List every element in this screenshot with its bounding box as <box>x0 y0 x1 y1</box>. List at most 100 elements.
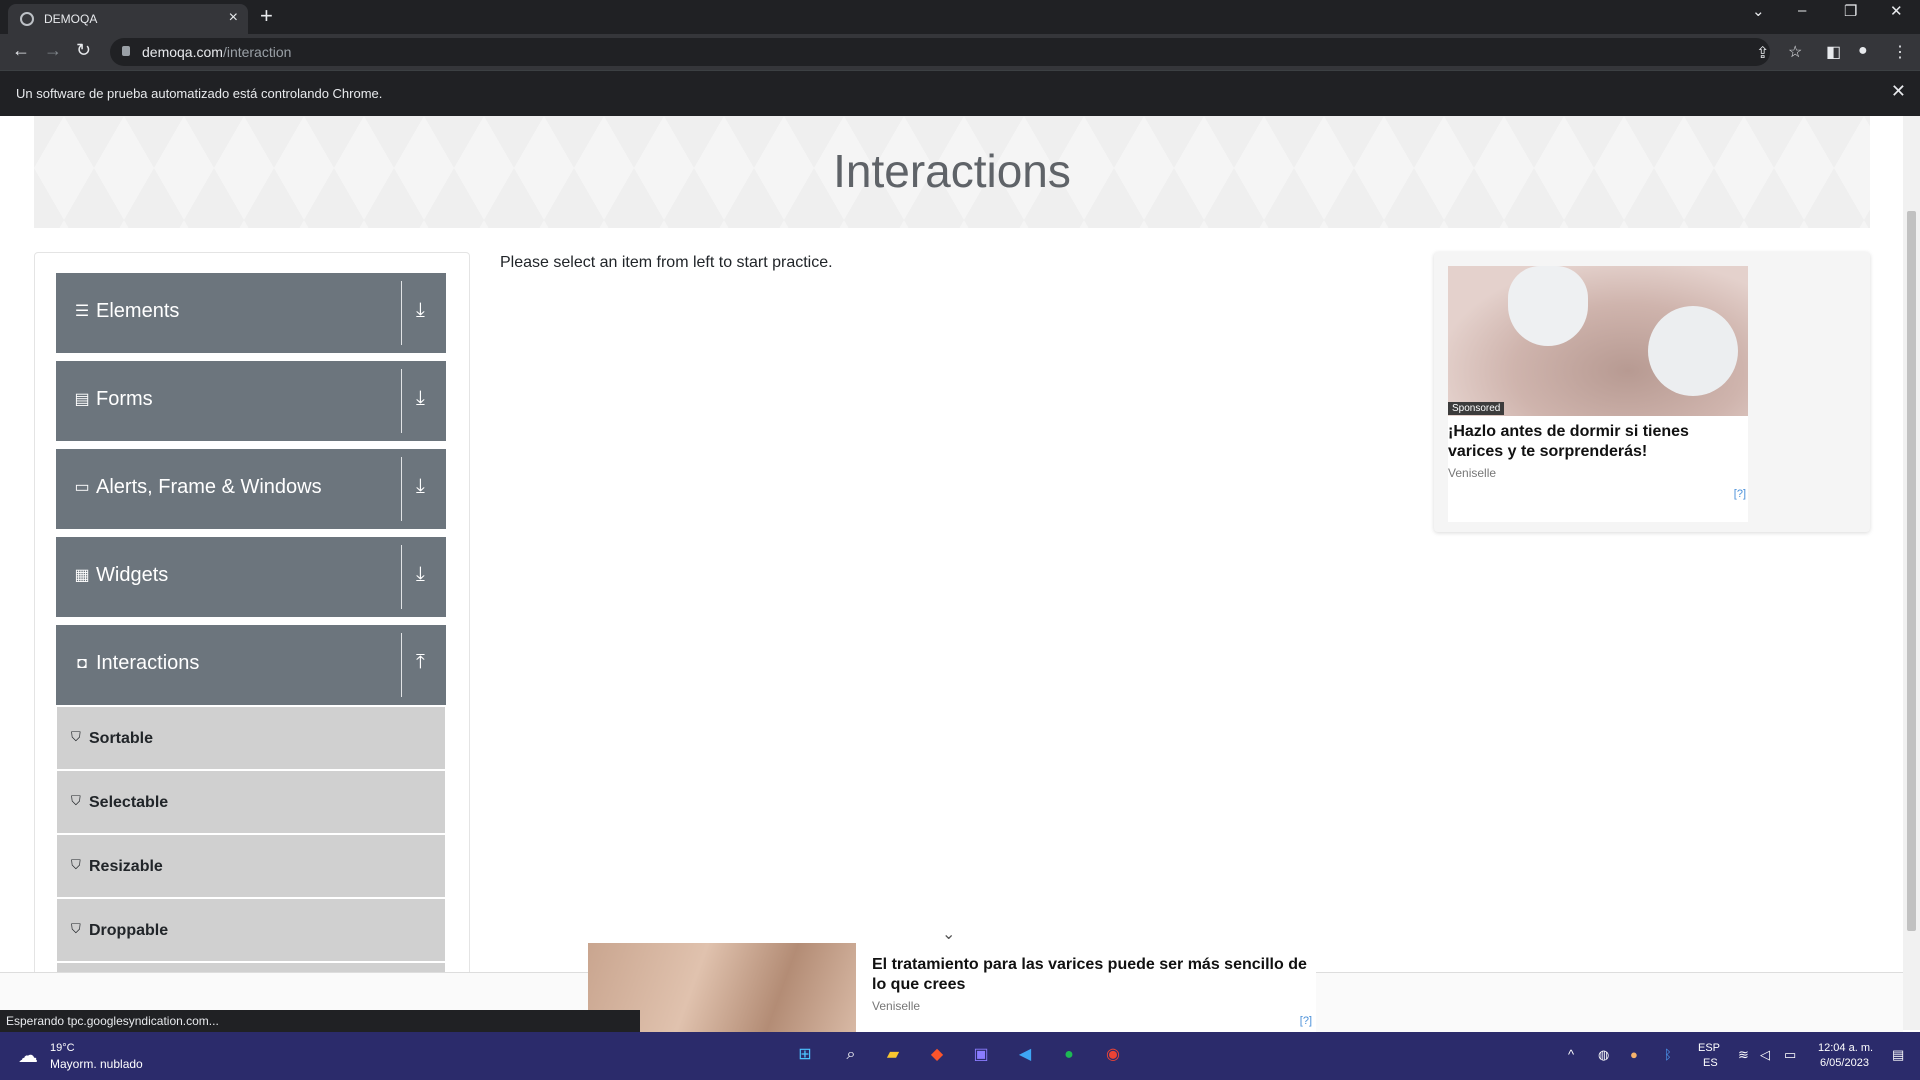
restore-icon[interactable]: ❐ <box>1844 2 1857 20</box>
reload-icon[interactable]: ↻ <box>76 40 91 61</box>
notifications-icon[interactable]: ▤ <box>1892 1047 1904 1063</box>
infobar-message: Un software de prueba automatizado está … <box>16 86 383 101</box>
sidebar-item-label: Selectable <box>89 794 169 811</box>
grid-icon: ▦ <box>74 567 90 584</box>
sidebar-item-label: Resizable <box>89 858 163 875</box>
clock-time[interactable]: 12:04 a. m. <box>1818 1042 1873 1054</box>
tray-app-icon[interactable]: ● <box>1630 1047 1638 1062</box>
browser-tab[interactable]: DEMOQA × <box>8 4 248 34</box>
tray-chevron-icon[interactable]: ^ <box>1568 1047 1574 1062</box>
sidebar-group-forms[interactable]: ▤ Forms ⤓ <box>56 361 446 441</box>
ad-image[interactable]: Sponsored <box>1448 266 1748 416</box>
divider <box>401 545 402 609</box>
item-icon: ⛉ <box>71 921 81 936</box>
vscode-icon[interactable]: ◀ <box>1012 1042 1038 1068</box>
expand-arrow-icon[interactable]: ⤓ <box>416 475 425 498</box>
menu-kebab-icon[interactable]: ⋮ <box>1892 42 1908 62</box>
file-explorer-icon[interactable]: ▰ <box>880 1042 906 1068</box>
tab-search-chevron-icon[interactable]: ⌄ <box>1752 2 1765 20</box>
expand-arrow-icon[interactable]: ⤓ <box>416 563 425 586</box>
windows-taskbar: ☁ 19°C Mayorm. nublado ⊞ ⌕ ▰ ◆ ▣ ◀ ● ◉ ^… <box>0 1032 1920 1080</box>
bottom-ad-headline[interactable]: El tratamiento para las varices puede se… <box>872 955 1312 995</box>
interaction-icon: ◘ <box>77 655 87 672</box>
window-icon: ▭ <box>74 479 90 496</box>
bottom-ad-card[interactable]: El tratamiento para las varices puede se… <box>588 943 1316 1033</box>
chrome-icon[interactable]: ◉ <box>1100 1042 1126 1068</box>
new-tab-icon[interactable]: + <box>260 4 273 28</box>
ad-card[interactable]: Sponsored ¡Hazlo antes de dormir si tien… <box>1448 266 1748 522</box>
collapse-arrow-icon[interactable]: ⤒ <box>416 651 425 674</box>
sidebar-group-interactions[interactable]: ◘ Interactions ⤒ <box>56 625 446 705</box>
weather-temperature[interactable]: 19°C <box>50 1042 75 1054</box>
sidebar-group-label: Widgets <box>96 564 169 586</box>
spotify-icon[interactable]: ● <box>1056 1042 1082 1068</box>
language-indicator[interactable]: ESP <box>1698 1042 1720 1054</box>
adchoices-icon[interactable]: [?] <box>1300 1015 1312 1027</box>
side-advertisement[interactable]: Sponsored ¡Hazlo antes de dormir si tien… <box>1434 252 1870 532</box>
ad-collapse-chevron-icon[interactable]: ⌄ <box>942 924 955 944</box>
wifi-icon[interactable]: ≋ <box>1738 1047 1749 1063</box>
scrollbar-thumb[interactable] <box>1907 211 1916 931</box>
item-icon: ⛉ <box>71 729 81 744</box>
side-panel-icon[interactable]: ◧ <box>1826 42 1841 62</box>
battery-icon[interactable]: ▭ <box>1784 1047 1796 1063</box>
status-bar: Esperando tpc.googlesyndication.com... <box>0 1010 640 1032</box>
sidebar-group-label: Forms <box>96 388 153 410</box>
url-domain: demoqa.com <box>142 44 223 60</box>
item-icon: ⛉ <box>71 857 81 872</box>
sidebar-group-label: Interactions <box>96 652 200 674</box>
divider <box>401 633 402 697</box>
clock-date[interactable]: 6/05/2023 <box>1820 1057 1869 1069</box>
ad-headline[interactable]: ¡Hazlo antes de dormir si tienes varices… <box>1448 422 1744 462</box>
windows-start-icon[interactable]: ⊞ <box>792 1042 818 1068</box>
expand-arrow-icon[interactable]: ⤓ <box>416 387 425 410</box>
sidebar-group-label: Elements <box>96 300 180 322</box>
bookmark-star-icon[interactable]: ☆ <box>1788 42 1802 62</box>
brave-browser-icon[interactable]: ◆ <box>924 1042 950 1068</box>
expand-arrow-icon[interactable]: ⤓ <box>416 299 425 322</box>
bluetooth-icon[interactable]: ᛒ <box>1664 1047 1672 1062</box>
sidebar-group-elements[interactable]: ☰ Elements ⤓ <box>56 273 446 353</box>
page-content: Interactions ☰ Elements ⤓ ▤ Forms ⤓ ▭ Al… <box>0 116 1903 972</box>
divider <box>401 281 402 345</box>
address-bar[interactable]: demoqa.com/interaction ⇪ ☆ <box>110 38 1802 66</box>
divider <box>401 457 402 521</box>
tab-close-icon[interactable]: × <box>229 9 238 27</box>
adchoices-icon[interactable]: [?] <box>1734 488 1746 500</box>
bottom-ad-brand: Veniselle <box>872 999 921 1013</box>
sidebar-item-selectable[interactable]: ⛉ Selectable <box>57 771 445 833</box>
share-icon[interactable]: ⇪ <box>1756 43 1769 63</box>
divider <box>401 369 402 433</box>
page-banner: Interactions <box>34 116 1870 228</box>
lock-icon <box>122 46 130 56</box>
sidebar-item-resizable[interactable]: ⛉ Resizable <box>57 835 445 897</box>
tab-title: DEMOQA <box>44 12 98 26</box>
back-icon[interactable]: ← <box>12 40 30 61</box>
document-icon: ▤ <box>74 391 90 408</box>
tab-favicon-icon <box>20 12 34 26</box>
sidebar-item-sortable[interactable]: ⛉ Sortable <box>57 707 445 769</box>
sidebar-group-label: Alerts, Frame & Windows <box>96 476 322 498</box>
url-path: /interaction <box>222 44 292 60</box>
weather-cloud-icon[interactable]: ☁ <box>18 1043 38 1068</box>
close-window-icon[interactable]: ✕ <box>1890 2 1903 20</box>
volume-icon[interactable]: ◁ <box>1760 1047 1770 1063</box>
sidebar-item-next[interactable] <box>57 963 445 972</box>
sidebar-item-droppable[interactable]: ⛉ Droppable <box>57 899 445 961</box>
sidebar-group-alerts[interactable]: ▭ Alerts, Frame & Windows ⤓ <box>56 449 446 529</box>
search-icon[interactable]: ⌕ <box>838 1042 864 1068</box>
page-scrollbar[interactable] <box>1903 116 1920 1030</box>
forward-icon[interactable]: → <box>44 40 62 61</box>
tray-app-icon[interactable]: ◍ <box>1598 1047 1609 1063</box>
keyboard-layout-indicator[interactable]: ES <box>1703 1057 1718 1069</box>
sponsored-badge: Sponsored <box>1448 402 1505 415</box>
weather-description[interactable]: Mayorm. nublado <box>50 1057 143 1071</box>
app-icon[interactable]: ▣ <box>968 1042 994 1068</box>
profile-icon[interactable]: ● <box>1858 42 1868 60</box>
infobar-close-icon[interactable]: ✕ <box>1891 81 1906 102</box>
sidebar-group-widgets[interactable]: ▦ Widgets ⤓ <box>56 537 446 617</box>
minimize-icon[interactable]: – <box>1798 2 1806 19</box>
menu-icon: ☰ <box>74 303 90 320</box>
url-text: demoqa.com/interaction <box>142 44 291 60</box>
browser-titlebar: DEMOQA × + ⌄ – ❐ ✕ <box>0 0 1920 34</box>
